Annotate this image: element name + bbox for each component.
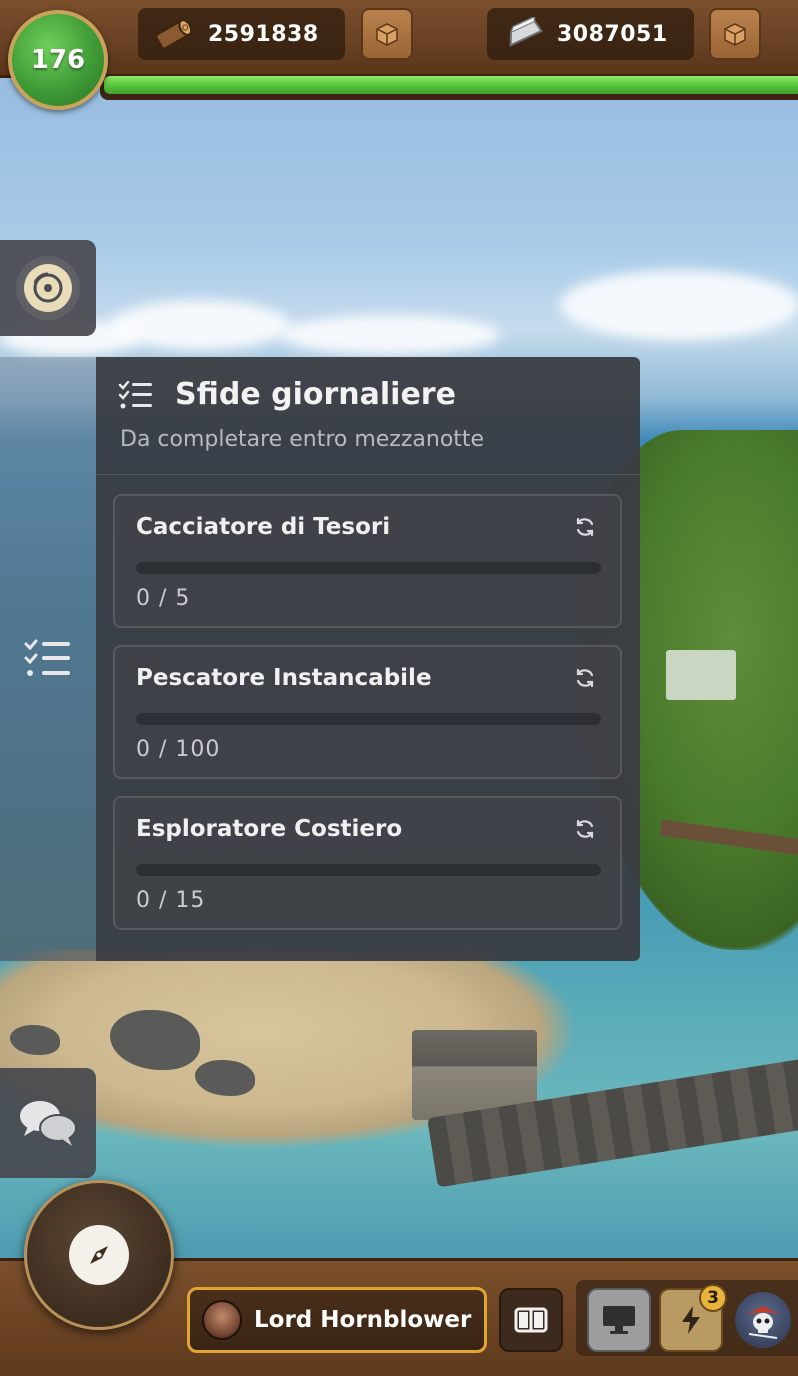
- wood-resource: 2591838: [138, 8, 345, 60]
- panel-subtitle: Da completare entro mezzanotte: [120, 427, 485, 452]
- challenge-title: Pescatore Instancabile: [136, 665, 432, 691]
- challenge-card: Pescatore Instancabile 0 / 100: [113, 645, 622, 779]
- chat-tab[interactable]: [0, 1068, 96, 1178]
- shore-house: [666, 650, 736, 700]
- cloud: [560, 270, 798, 340]
- ingot-icon: [501, 14, 545, 54]
- daily-challenges-panel: Sfide giornaliere Da completare entro me…: [96, 357, 640, 961]
- challenge-progress: 0 / 100: [136, 737, 221, 762]
- daily-challenges-tab[interactable]: [0, 357, 96, 961]
- book-icon: [514, 1307, 548, 1333]
- boost-button[interactable]: 3: [659, 1284, 727, 1352]
- level-badge[interactable]: 176: [8, 10, 108, 110]
- player-profile-button[interactable]: Lord Hornblower: [187, 1287, 487, 1353]
- level-value: 176: [30, 45, 86, 75]
- challenge-progress: 0 / 5: [136, 586, 191, 611]
- avatar: [202, 1300, 242, 1340]
- refresh-icon[interactable]: [574, 818, 596, 844]
- log-icon: [152, 14, 196, 54]
- checklist-icon: [118, 380, 152, 415]
- display-button[interactable]: [587, 1288, 651, 1352]
- refresh-icon[interactable]: [574, 516, 596, 542]
- cloud: [280, 315, 500, 355]
- monitor-icon: [603, 1306, 635, 1334]
- compass-button[interactable]: [24, 1180, 174, 1330]
- checklist-icon: [24, 639, 70, 676]
- challenge-progress-bar: [136, 562, 601, 574]
- panel-header: Sfide giornaliere Da completare entro me…: [96, 357, 640, 475]
- radar-tab[interactable]: [0, 240, 96, 336]
- pirate-emblem-button[interactable]: [735, 1292, 791, 1348]
- panel-title: Sfide giornaliere: [175, 377, 456, 412]
- challenge-card: Esploratore Costiero 0 / 15: [113, 796, 622, 930]
- challenge-progress: 0 / 15: [136, 888, 206, 913]
- player-name: Lord Hornblower: [254, 1307, 472, 1333]
- metal-value: 3087051: [557, 21, 668, 47]
- wood-value: 2591838: [208, 21, 319, 47]
- skull-icon: [747, 1306, 779, 1339]
- refresh-icon[interactable]: [574, 667, 596, 693]
- radar-icon: [16, 256, 80, 320]
- metal-resource: 3087051: [487, 8, 694, 60]
- wood-crate-button[interactable]: [361, 8, 413, 60]
- challenge-card: Cacciatore di Tesori 0 / 5: [113, 494, 622, 628]
- crate-icon: [376, 23, 398, 46]
- challenge-progress-bar: [136, 864, 601, 876]
- book-button[interactable]: [499, 1288, 563, 1352]
- challenge-progress-bar: [136, 713, 601, 725]
- crate-icon: [724, 23, 746, 46]
- challenge-title: Esploratore Costiero: [136, 816, 403, 842]
- lightning-icon: [682, 1306, 700, 1334]
- chat-icon: [20, 1101, 77, 1146]
- xp-progress-bar: [104, 76, 798, 94]
- notification-badge: 3: [699, 1284, 727, 1312]
- compass-icon: [69, 1225, 129, 1285]
- challenge-title: Cacciatore di Tesori: [136, 514, 391, 540]
- metal-crate-button[interactable]: [709, 8, 761, 60]
